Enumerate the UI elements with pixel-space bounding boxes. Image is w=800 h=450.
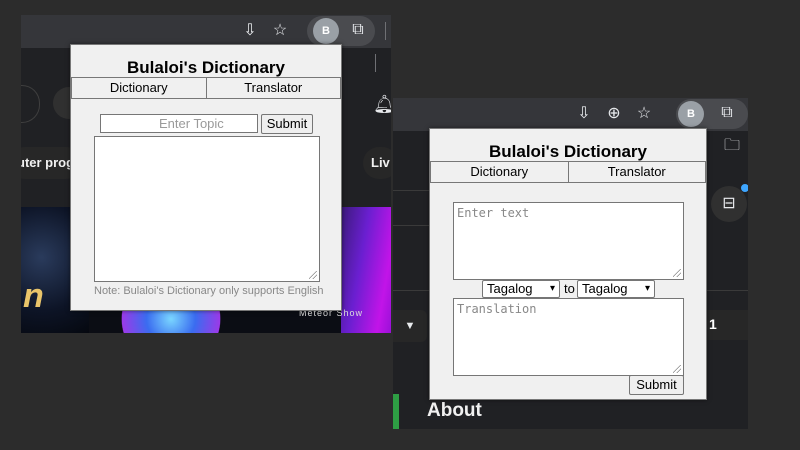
extensions-icon[interactable]: ⧉ [347,19,369,41]
chevron-down-icon: ▾ [549,283,555,294]
translation-placeholder: Translation [457,302,537,316]
popup-title: Bulaloi's Dictionary [488,142,648,161]
install-app-icon[interactable]: ⇩ [239,20,261,42]
to-label: to [564,281,575,296]
chevron-down-icon: ▼ [404,320,416,332]
green-accent-bar [393,394,399,429]
translator-submit-button[interactable]: Submit [629,375,684,395]
chevron-down-icon: ▾ [644,283,650,294]
thumbnail-glyph: n [23,277,44,315]
resize-grip-icon[interactable] [673,269,681,277]
topic-input-placeholder: Enter Topic [159,116,224,131]
count-badge-box: 1 [705,310,748,340]
toolbar-divider [385,22,386,40]
popup-title: Bulaloi's Dictionary [126,58,286,77]
definition-output-area[interactable] [94,136,320,282]
tab-dictionary[interactable]: Dictionary [72,78,206,98]
topic-input[interactable]: Enter Topic [100,114,258,133]
source-text-input[interactable]: Enter text [453,202,684,280]
target-language-value: Tagalog [582,281,628,296]
tab-translator[interactable]: Translator [567,162,706,182]
tab-divider [375,54,376,72]
target-language-select[interactable]: Tagalog ▾ [577,280,655,298]
about-heading: About [427,400,482,421]
translation-output-area[interactable]: Translation [453,298,684,376]
folder-icon[interactable]: 🗀︎ [721,135,743,157]
avatar[interactable]: B [678,101,704,127]
tab-dictionary[interactable]: Dictionary [431,162,568,182]
notifications-bell-icon[interactable]: 🔔︎ [373,93,391,115]
bookmark-star-icon[interactable]: ☆ [633,103,655,125]
count-badge: 1 [709,316,717,332]
resize-grip-icon[interactable] [309,271,317,279]
profile-pill[interactable]: B ⧉ [307,16,375,46]
dropdown-button[interactable]: ▼ [393,310,427,342]
tab-translator[interactable]: Translator [205,78,341,98]
popup-tab-bar: Dictionary Translator [430,161,706,183]
profile-pill[interactable]: B ⧉ [676,99,748,129]
dictionary-popup: Bulaloi's Dictionary Dictionary Translat… [70,44,342,311]
install-app-icon[interactable]: ⇩ [573,103,595,125]
notification-dot [741,184,748,192]
search-box-edge [21,85,40,123]
live-chip-label: Liv [371,155,390,170]
inbox-button[interactable]: ⊟ [711,184,748,222]
search-box-edge [393,190,432,226]
screenshot-translator-tab: ⇩ ⊕ ☆ B ⧉ 🗀︎ ⊟ ▼ 1 About Bulaloi's Dicti… [393,98,748,429]
source-language-value: Tagalog [487,281,533,296]
translator-popup: Bulaloi's Dictionary Dictionary Translat… [429,128,707,400]
popup-tab-bar: Dictionary Translator [71,77,341,99]
extensions-icon[interactable]: ⧉ [716,102,738,124]
source-text-placeholder: Enter text [457,206,530,220]
avatar[interactable]: B [313,18,339,44]
inbox-icon: ⊟ [722,195,736,212]
live-chip[interactable]: Liv [363,147,391,179]
bookmark-star-icon[interactable]: ☆ [269,20,291,42]
category-chip-label: uter prog [21,155,75,170]
zoom-icon[interactable]: ⊕ [603,103,625,125]
browser-toolbar: ⇩ ⊕ ☆ B ⧉ [393,98,748,131]
english-only-note: Note: Bulaloi's Dictionary only supports… [94,285,324,297]
dictionary-submit-button[interactable]: Submit [261,114,313,134]
resize-grip-icon[interactable] [673,365,681,373]
source-language-select[interactable]: Tagalog ▾ [482,280,560,298]
screenshot-dictionary-tab: ⇩ ☆ B ⧉ 🔔︎ uter prog Liv n Meteor Show B… [21,15,391,333]
